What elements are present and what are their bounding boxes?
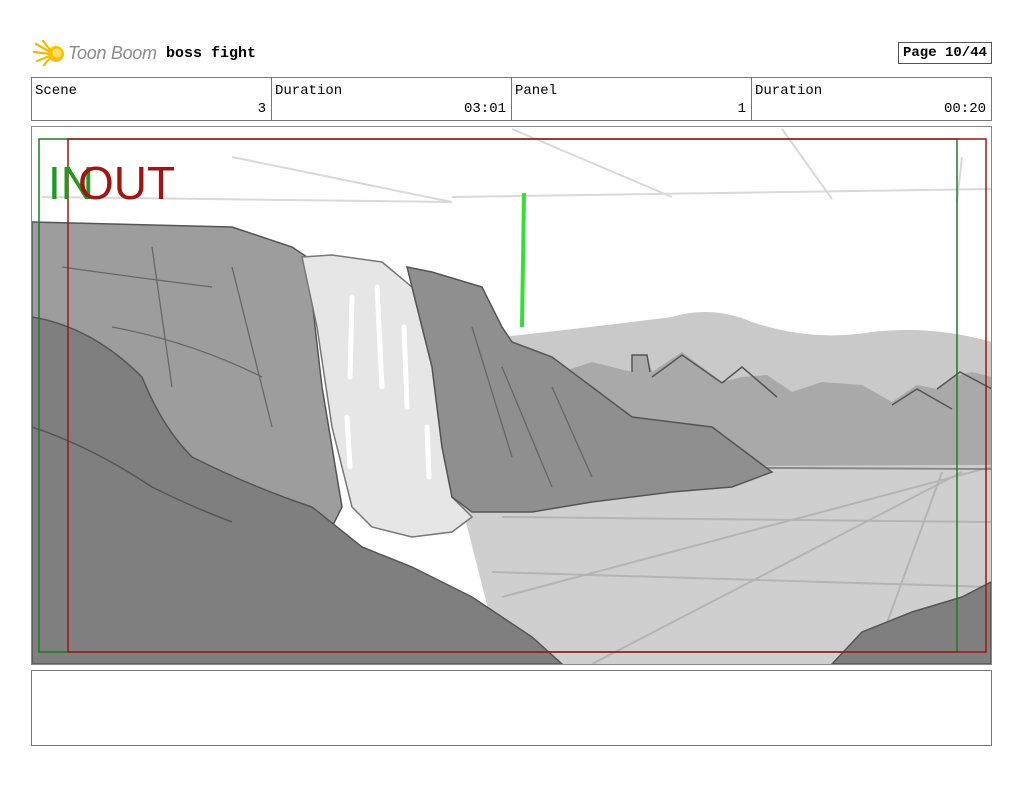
page-number: Page 10/44 <box>897 42 992 64</box>
scene-cell: Scene 3 <box>32 78 272 120</box>
panel-label: Panel <box>515 83 558 99</box>
starburst-icon <box>32 39 64 67</box>
scene-duration-cell: Duration 03:01 <box>272 78 512 120</box>
toon-boom-logo: Toon Boom <box>32 36 157 70</box>
panel-info-table: Scene 3 Duration 03:01 Panel 1 Duration … <box>31 77 992 121</box>
out-label: OUT <box>78 157 175 209</box>
panel-notes-box[interactable] <box>31 670 992 746</box>
panel-sketch: IN OUT <box>32 128 991 664</box>
perspective-guides <box>41 128 991 203</box>
scene-duration-label: Duration <box>275 83 343 99</box>
scene-duration-value: 03:01 <box>463 101 506 117</box>
panel-duration-label: Duration <box>755 83 823 99</box>
storyboard-panel: IN OUT <box>31 126 992 665</box>
scene-label: Scene <box>35 83 78 99</box>
scene-value: 3 <box>257 101 266 117</box>
logo-text: Toon Boom <box>68 42 157 63</box>
green-marker <box>520 192 526 328</box>
panel-value: 1 <box>737 101 746 117</box>
panel-duration-cell: Duration 00:20 <box>752 78 991 120</box>
panel-cell: Panel 1 <box>512 78 752 120</box>
page-header: Toon Boom boss fight Page 10/44 <box>32 36 994 70</box>
panel-duration-value: 00:20 <box>943 101 986 117</box>
project-title: boss fight <box>166 45 257 62</box>
